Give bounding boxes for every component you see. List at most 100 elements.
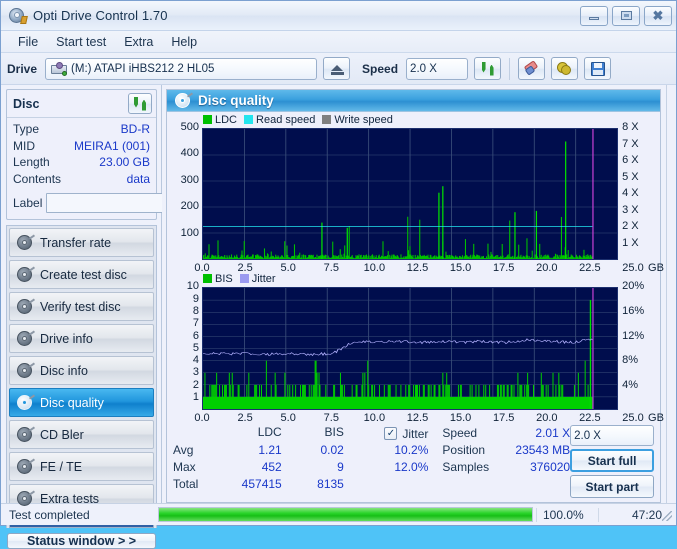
start-full-button[interactable]: Start full (570, 449, 655, 472)
bis-plot-area[interactable] (202, 287, 619, 411)
yax1-tick: 400 (180, 147, 199, 160)
drive-icon (51, 61, 68, 76)
y2ax1-tick: 8 X (622, 121, 639, 133)
eject-button[interactable] (323, 57, 351, 80)
sidebar-item-verify-test-disc[interactable]: Verify test disc (9, 292, 154, 321)
stats-bis-max: 9 (337, 460, 344, 474)
yax2-tick: 8 (192, 304, 199, 317)
disc-label-row: Label (13, 191, 251, 214)
legend-label: BIS (215, 273, 233, 286)
sidebar-item-disc-info[interactable]: Disc info (9, 356, 154, 385)
menu-item-file[interactable]: File (9, 33, 47, 51)
stats-col-ldc: LDC 1.21 452 457415 (214, 425, 282, 498)
stats-bis-avg: 0.02 (320, 443, 344, 457)
refresh-button[interactable] (474, 57, 502, 80)
yax2-tick: 5 (192, 341, 199, 354)
speed-select[interactable]: 2.0 X (406, 57, 469, 80)
window-scrollbar[interactable] (666, 85, 676, 503)
disc-row-mid-value: MEIRA1 (001) (73, 138, 150, 153)
floppy-save-icon (590, 61, 605, 76)
legend-entry-read-speed: Read speed (244, 114, 315, 126)
xax1-tick: 17.5 (492, 262, 515, 274)
drive-select[interactable]: (M:) ATAPI iHBS212 2 HL05 (45, 57, 318, 80)
y2ax1-tick: 6 X (622, 154, 639, 166)
legend-entry-ldc: LDC (203, 114, 237, 126)
stats-label-avg: Avg (173, 443, 194, 457)
yax2-tick: 2 (192, 378, 199, 391)
xax1-tick: 7.5 (323, 262, 339, 274)
clear-button[interactable] (518, 57, 546, 80)
stats-row-labels: Avg Max Total (173, 425, 214, 498)
sidebar-item-label: FE / TE (40, 459, 83, 474)
drive-select-value: (M:) ATAPI iHBS212 2 HL05 (71, 62, 215, 75)
close-button[interactable]: ✖ (644, 5, 672, 26)
stats-header-bis: BIS (324, 425, 344, 439)
disc-refresh-button[interactable] (128, 93, 152, 114)
samples-stat-value: 376020 (530, 460, 571, 474)
disc-icon (175, 91, 194, 109)
legend-label: Read speed (256, 114, 316, 126)
main-panel: Disc quality LDC Read speed Write speed (162, 85, 667, 503)
drive-label: Drive (7, 61, 38, 76)
status-text: Test completed (9, 507, 90, 522)
save-button[interactable] (584, 57, 612, 80)
swap-arrows-icon (481, 61, 495, 76)
samples-stat-label: Samples (442, 460, 490, 474)
yax1-tick: 200 (180, 200, 199, 213)
y2ax2-tick: 16% (622, 304, 645, 317)
close-icon: ✖ (652, 8, 664, 23)
yax2-tick: 7 (192, 317, 199, 330)
jitter-checkbox[interactable]: ✓ (384, 427, 398, 440)
y2ax1-tick: 4 X (622, 187, 639, 199)
disc-icon (17, 233, 36, 251)
legend-entry-write-speed: Write speed (322, 114, 393, 126)
sidebar-item-disc-quality[interactable]: Disc quality (9, 388, 154, 417)
sidebar-item-drive-info[interactable]: Drive info (9, 324, 154, 353)
status-window-button[interactable]: Status window > > (7, 533, 156, 549)
sidebar-item-fe-te[interactable]: FE / TE (9, 452, 154, 481)
test-speed-select[interactable]: 2.0 X (570, 425, 655, 446)
body: Disc Type BD-R MID MEIRA1 (001) Length 2… (1, 85, 676, 549)
yax2-tick: 6 (192, 329, 199, 342)
legend-label: LDC (215, 114, 238, 126)
xax2-tick: 2.5 (237, 412, 253, 425)
disc-icon (17, 265, 36, 283)
resize-grip-icon[interactable] (662, 510, 672, 521)
xax2-tick: 20.0 (536, 412, 558, 425)
ldc-plot-area[interactable] (202, 128, 619, 260)
xax2-tick: 5.0 (280, 412, 296, 425)
xax1-tick: 22.5 (579, 262, 601, 274)
menu-item-extra[interactable]: Extra (115, 33, 162, 51)
legend-entry-bis: BIS (203, 273, 233, 285)
bis-chart-legend: BIS Jitter (203, 273, 276, 285)
sidebar-item-cd-bler[interactable]: CD Bler (9, 420, 154, 449)
maximize-button[interactable] (612, 5, 640, 26)
stats-label-total: Total (173, 477, 199, 491)
disc-panel: Disc Type BD-R MID MEIRA1 (001) Length 2… (6, 89, 251, 220)
progress-bar-fill (159, 508, 532, 521)
menu-item-start-test[interactable]: Start test (47, 33, 115, 51)
stats-header-jitter: Jitter (402, 426, 429, 441)
sidebar-item-label: CD Bler (40, 427, 84, 442)
disc-row-type-value: BD-R (120, 122, 150, 136)
sidebar-item-create-test-disc[interactable]: Create test disc (9, 260, 154, 289)
bis-jitter-chart: BIS Jitter 1 2 3 4 5 6 7 8 9 10 4% 8% 12% 16% 20% 0.0… (169, 273, 664, 425)
minimize-button[interactable] (580, 5, 608, 26)
page-title: Disc quality (198, 93, 274, 108)
menu-bar: File Start test Extra Help (1, 31, 676, 53)
eraser-icon (523, 59, 540, 76)
menu-item-help[interactable]: Help (162, 33, 206, 51)
disc-row-type-key: Type (13, 122, 40, 136)
stats-corner (173, 425, 214, 442)
disc-row-contents-key: Contents (13, 171, 62, 186)
progress-bar (158, 507, 533, 522)
disc-icon (17, 361, 36, 379)
xax2-tick: 17.5 (492, 412, 515, 425)
settings-button[interactable] (551, 57, 579, 80)
disc-row-contents: Contents data (13, 171, 150, 188)
sidebar-item-transfer-rate[interactable]: Transfer rate (9, 228, 154, 257)
xax2-unit: GB (648, 412, 664, 425)
y2ax2-tick: 4% (622, 378, 638, 391)
start-part-button[interactable]: Start part (570, 475, 655, 498)
xax1-tick: 20.0 (536, 262, 558, 274)
